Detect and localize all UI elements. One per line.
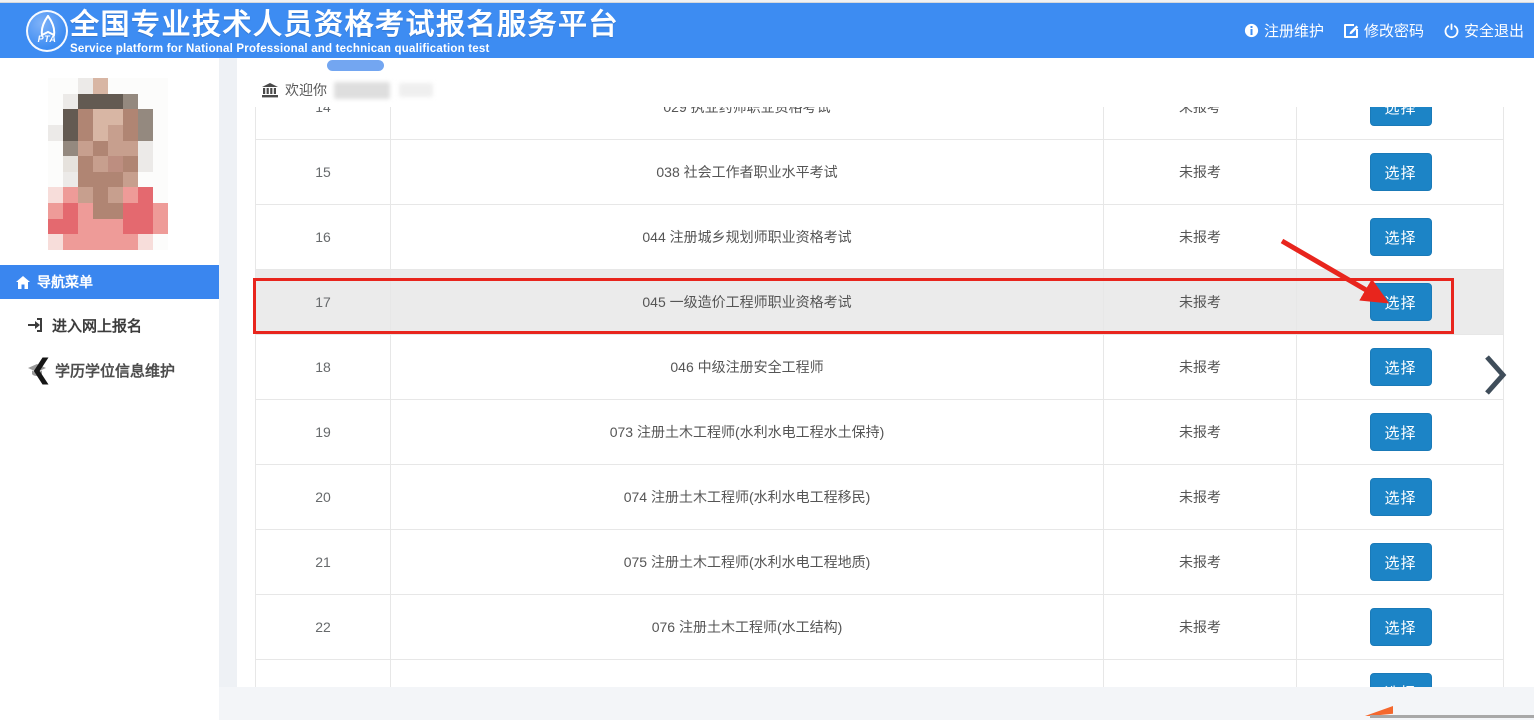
- main-content: 欢迎你 14 029 执业药师职业资格考试 未报考 选择 15 038 社会工作…: [237, 58, 1534, 687]
- row-index: 16: [256, 205, 391, 269]
- exam-name: 076 注册土木工程师(水工结构): [391, 595, 1104, 659]
- row-index: 15: [256, 140, 391, 204]
- sidebar: 导航菜单 进入网上报名 学历学位信息维护 ❮: [0, 58, 219, 720]
- table-row: 20 074 注册土木工程师(水利水电工程移民) 未报考 选择: [256, 465, 1503, 530]
- table-row: 18 046 中级注册安全工程师 未报考 选择: [256, 335, 1503, 400]
- status-label: 未报考: [1104, 205, 1297, 269]
- status-label: 未报考: [1104, 335, 1297, 399]
- exam-name: 044 注册城乡规划师职业资格考试: [391, 205, 1104, 269]
- nav-menu-header: 导航菜单: [0, 265, 219, 299]
- action-cell: 选择: [1297, 530, 1504, 594]
- status-label: [1104, 660, 1297, 687]
- chevron-left-icon: ❮: [30, 354, 53, 384]
- exam-name: [391, 660, 1104, 687]
- logout-link[interactable]: 安全退出: [1444, 20, 1524, 41]
- register-maintenance-link[interactable]: 注册维护: [1244, 20, 1324, 41]
- sign-in-icon: [28, 318, 43, 332]
- row-index: 17: [256, 270, 391, 334]
- bank-icon: [262, 83, 278, 98]
- table-row: 17 045 一级造价工程师职业资格考试 未报考 选择: [256, 270, 1503, 335]
- status-label: 未报考: [1104, 465, 1297, 529]
- action-cell: 选择: [1297, 335, 1504, 399]
- layout-gap: [219, 58, 237, 720]
- exam-table: 14 029 执业药师职业资格考试 未报考 选择 15 038 社会工作者职业水…: [255, 107, 1504, 687]
- exam-name: 038 社会工作者职业水平考试: [391, 140, 1104, 204]
- action-cell: 选择: [1297, 465, 1504, 529]
- edit-icon: [1344, 23, 1359, 38]
- sidebar-item-enter-registration[interactable]: 进入网上报名: [0, 307, 219, 343]
- home-icon: [16, 276, 30, 289]
- action-cell: 选择: [1297, 270, 1504, 334]
- action-cell: 选择: [1297, 400, 1504, 464]
- table-row: 16 044 注册城乡规划师职业资格考试 未报考 选择: [256, 205, 1503, 270]
- status-label: 未报考: [1104, 595, 1297, 659]
- next-chevron-icon[interactable]: [1482, 353, 1508, 397]
- action-cell: 选择: [1297, 205, 1504, 269]
- exam-name: 029 执业药师职业资格考试: [391, 107, 1104, 139]
- select-button[interactable]: 选择: [1370, 348, 1432, 386]
- exam-name: 045 一级造价工程师职业资格考试: [391, 270, 1104, 334]
- table-row: 21 075 注册土木工程师(水利水电工程地质) 未报考 选择: [256, 530, 1503, 595]
- status-label: 未报考: [1104, 270, 1297, 334]
- table-row: 选择: [256, 660, 1503, 687]
- page-title: 全国专业技术人员资格考试报名服务平台: [70, 9, 619, 41]
- exam-name: 075 注册土木工程师(水利水电工程地质): [391, 530, 1104, 594]
- row-index: 20: [256, 465, 391, 529]
- row-index: [256, 660, 391, 687]
- blue-pill-artifact: [327, 60, 384, 71]
- change-password-link[interactable]: 修改密码: [1344, 20, 1424, 41]
- header-links: 注册维护 修改密码 安全退出: [1244, 3, 1524, 58]
- action-cell: 选择: [1297, 107, 1504, 139]
- row-index: 21: [256, 530, 391, 594]
- action-cell: 选择: [1297, 595, 1504, 659]
- row-index: 19: [256, 400, 391, 464]
- select-button[interactable]: 选择: [1370, 413, 1432, 451]
- footer-strip: [219, 687, 1534, 720]
- info-icon: [1244, 23, 1259, 38]
- select-button[interactable]: 选择: [1370, 608, 1432, 646]
- status-label: 未报考: [1104, 140, 1297, 204]
- select-button[interactable]: 选择: [1370, 218, 1432, 256]
- status-label: 未报考: [1104, 530, 1297, 594]
- exam-name: 074 注册土木工程师(水利水电工程移民): [391, 465, 1104, 529]
- welcome-text: 欢迎你: [285, 80, 327, 100]
- row-index: 14: [256, 107, 391, 139]
- select-button[interactable]: 选择: [1370, 283, 1432, 321]
- row-index: 18: [256, 335, 391, 399]
- table-row: 15 038 社会工作者职业水平考试 未报考 选择: [256, 140, 1503, 205]
- table-row: 22 076 注册土木工程师(水工结构) 未报考 选择: [256, 595, 1503, 660]
- table-row: 14 029 执业药师职业资格考试 未报考 选择: [256, 107, 1503, 140]
- row-index: 22: [256, 595, 391, 659]
- welcome-bar: 欢迎你: [262, 80, 433, 100]
- sidebar-item-education-maintenance[interactable]: 学历学位信息维护 ❮: [0, 352, 219, 388]
- select-button[interactable]: 选择: [1370, 153, 1432, 191]
- user-photo: [48, 78, 168, 250]
- sail-icon: [37, 15, 59, 41]
- censored-username: [334, 82, 390, 99]
- select-button[interactable]: 选择: [1370, 673, 1432, 687]
- exam-name: 073 注册土木工程师(水利水电工程水土保持): [391, 400, 1104, 464]
- exam-name: 046 中级注册安全工程师: [391, 335, 1104, 399]
- status-label: 未报考: [1104, 400, 1297, 464]
- horizontal-scrollbar[interactable]: [1370, 715, 1534, 718]
- app-header: PTA 全国专业技术人员资格考试报名服务平台 Service platform …: [0, 3, 1534, 58]
- select-button[interactable]: 选择: [1370, 543, 1432, 581]
- pta-logo: PTA: [26, 10, 68, 52]
- table-row: 19 073 注册土木工程师(水利水电工程水土保持) 未报考 选择: [256, 400, 1503, 465]
- censored-username-blur: [399, 83, 433, 97]
- select-button[interactable]: 选择: [1370, 478, 1432, 516]
- status-label: 未报考: [1104, 107, 1297, 139]
- action-cell: 选择: [1297, 140, 1504, 204]
- select-button[interactable]: 选择: [1370, 107, 1432, 126]
- page-subtitle: Service platform for National Profession…: [70, 43, 619, 55]
- action-cell: 选择: [1297, 660, 1504, 687]
- power-icon: [1444, 23, 1459, 38]
